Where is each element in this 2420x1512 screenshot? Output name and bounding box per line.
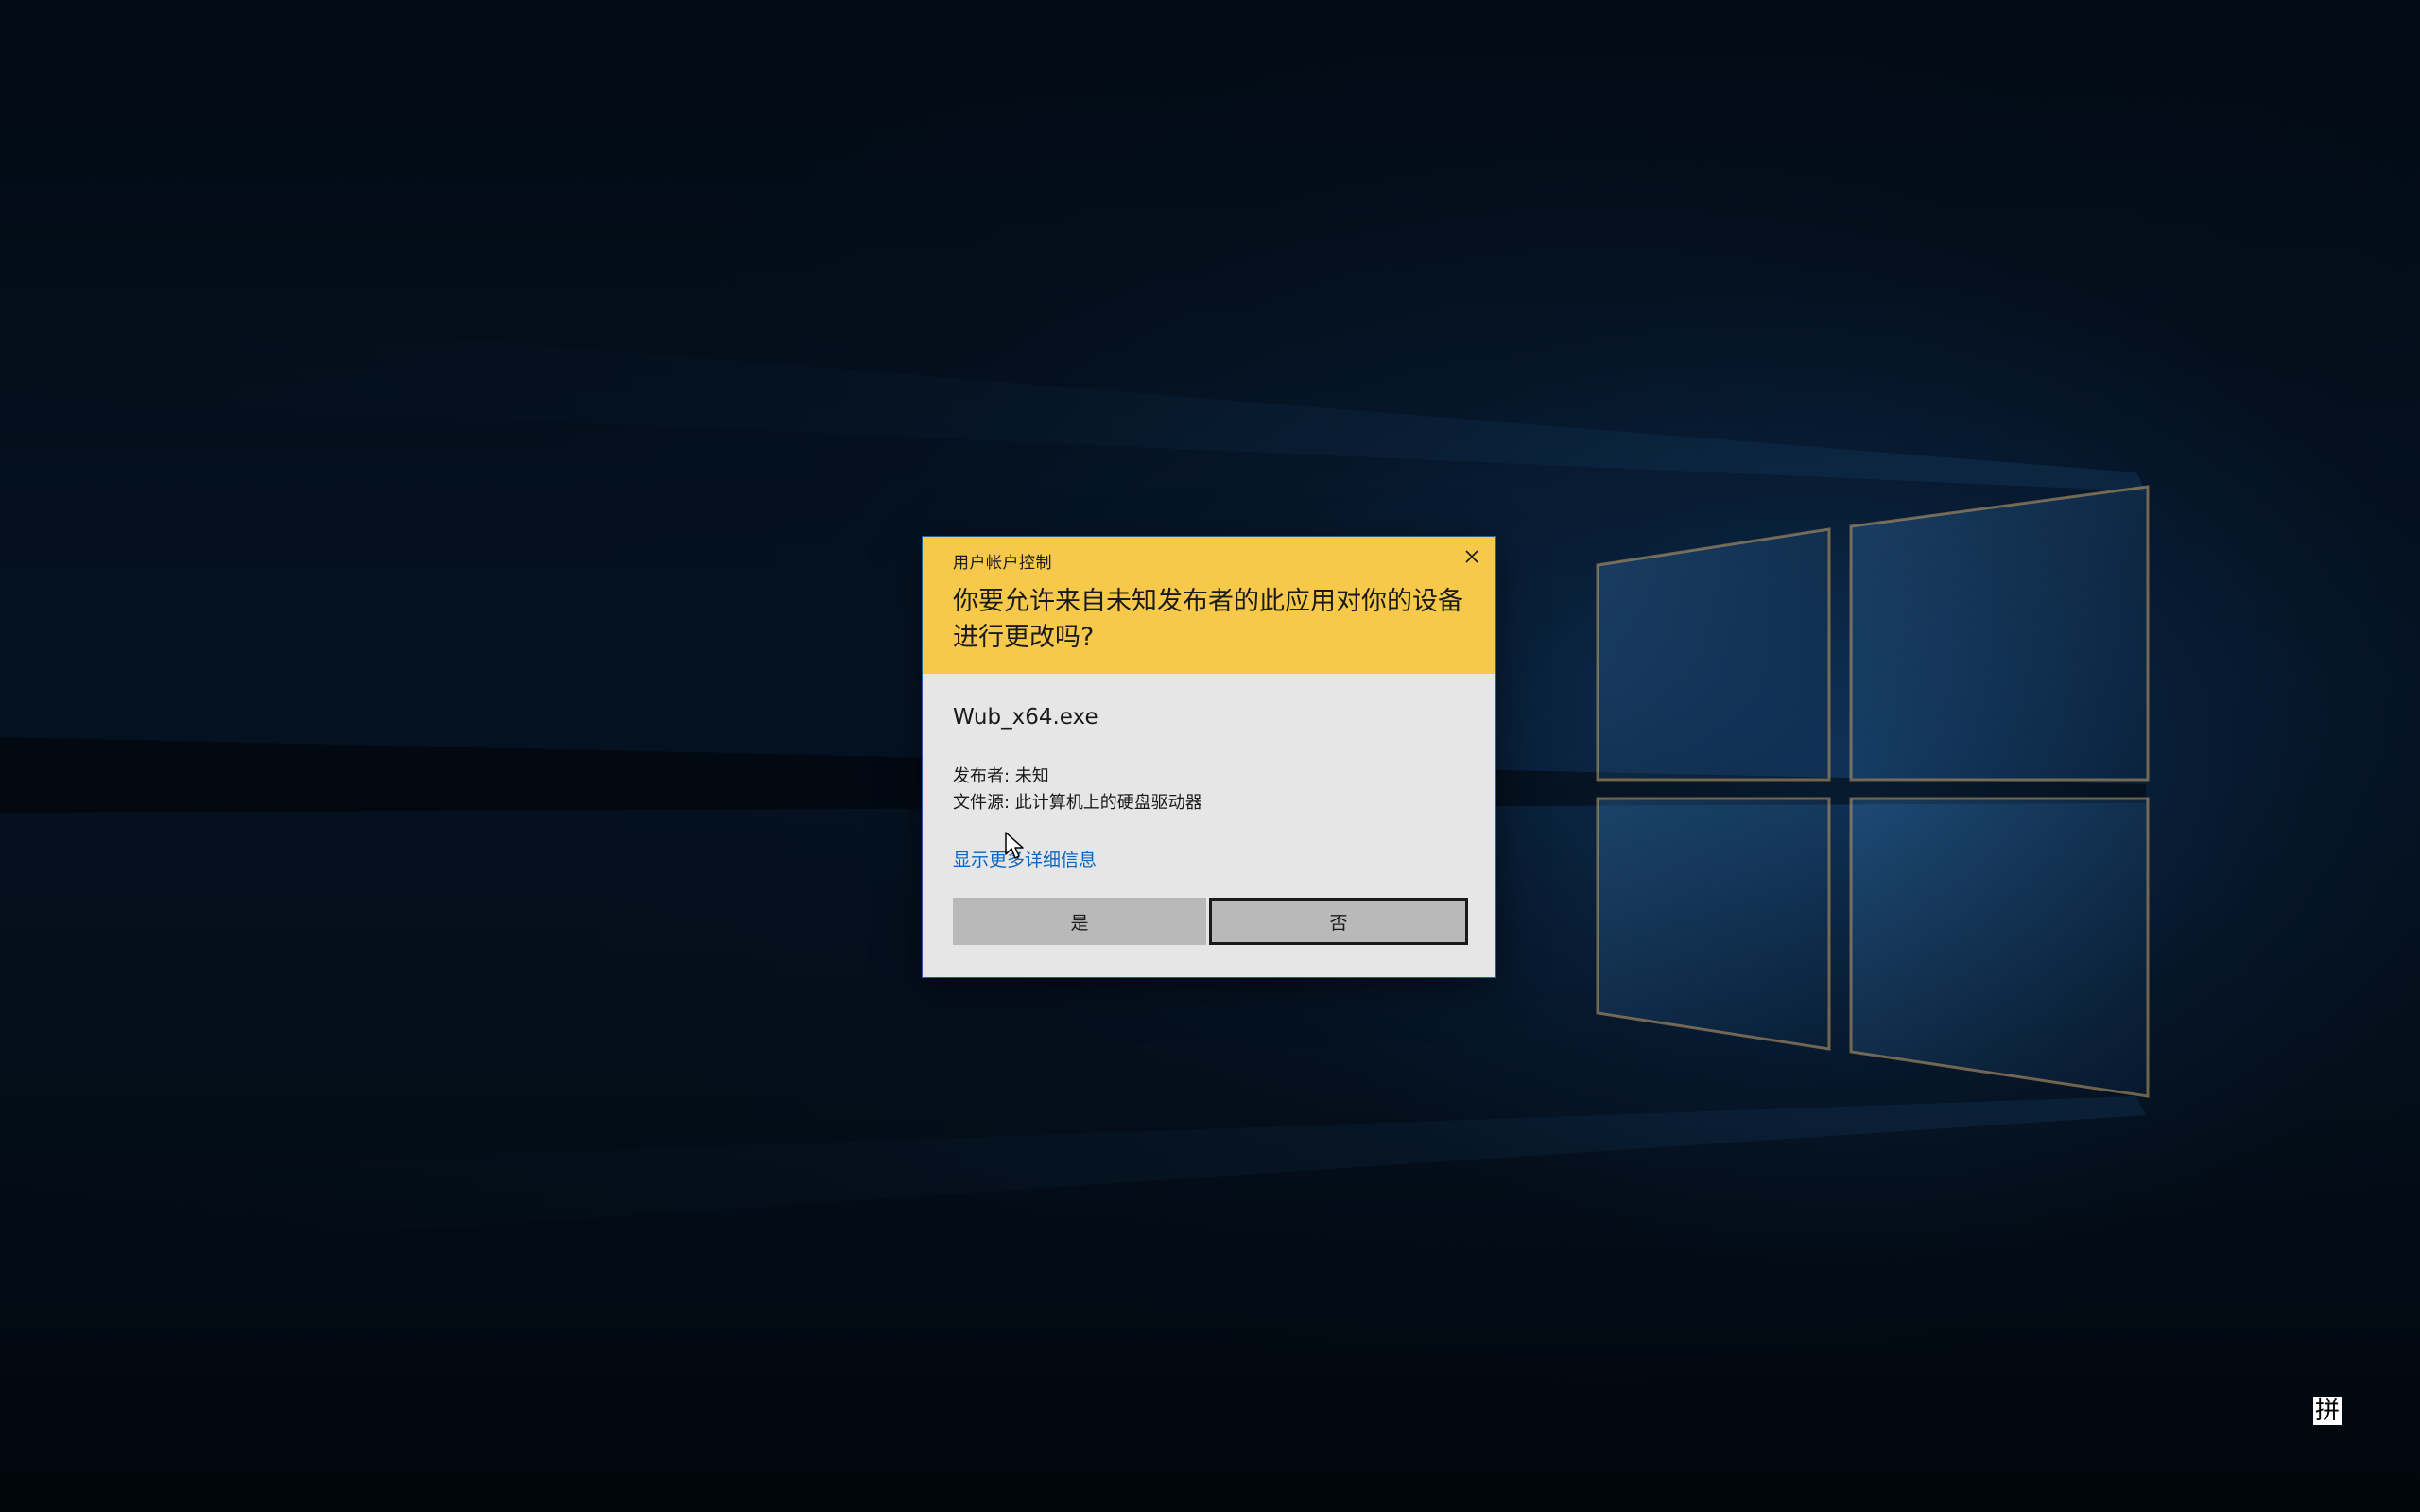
yes-button[interactable]: 是 [953,898,1206,945]
no-button[interactable]: 否 [1209,898,1468,945]
close-icon [1465,550,1478,563]
file-origin-label: 文件源: 此计算机上的硬盘驱动器 [953,793,1202,813]
app-name: Wub_x64.exe [953,705,1098,730]
uac-header: 用户帐户控制 你要允许来自未知发布者的此应用对你的设备进行更改吗? [923,537,1495,674]
show-more-details-link[interactable]: 显示更多详细信息 [953,846,1097,871]
ime-indicator[interactable]: 拼 [2313,1397,2342,1425]
uac-dialog: 用户帐户控制 你要允许来自未知发布者的此应用对你的设备进行更改吗? Wub_x6… [923,537,1495,977]
publisher-label: 发布者: 未知 [953,766,1049,786]
uac-question: 你要允许来自未知发布者的此应用对你的设备进行更改吗? [953,587,1463,652]
mouse-cursor-icon [1005,832,1024,859]
dialog-title: 用户帐户控制 [953,554,1052,573]
close-button[interactable] [1458,542,1486,571]
app-details: 发布者: 未知 文件源: 此计算机上的硬盘驱动器 [953,764,1202,816]
